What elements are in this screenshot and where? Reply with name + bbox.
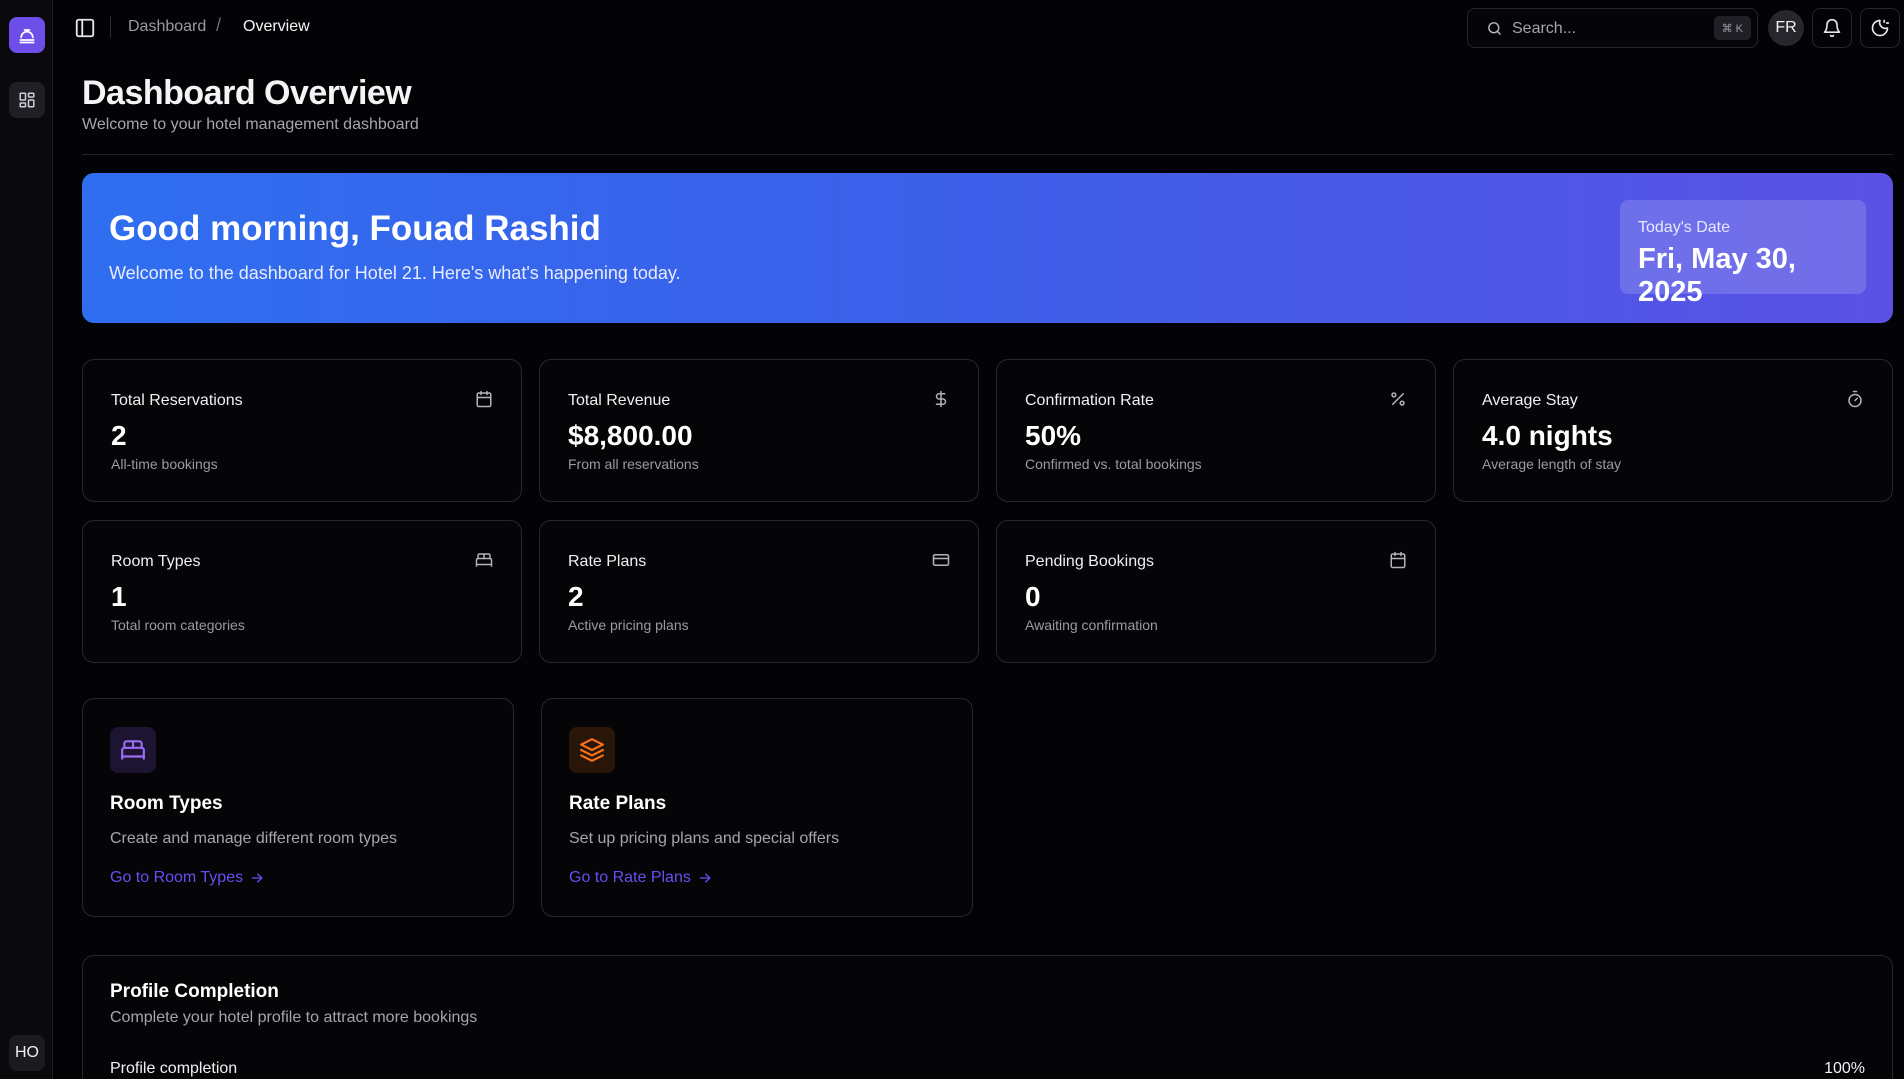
stat-label: Room Types [111, 553, 201, 570]
stat-card-room-types: Room Types 1 Total room categories [82, 520, 522, 663]
feature-title: Rate Plans [569, 793, 667, 814]
stat-label: Average Stay [1482, 392, 1578, 409]
theme-toggle-button[interactable] [1860, 8, 1900, 48]
greeting-title: Good morning, Fouad Rashid [109, 209, 601, 248]
feature-card-room-types: Room Types Create and manage different r… [82, 698, 514, 917]
stat-card-confirmation-rate: Confirmation Rate 50% Confirmed vs. tota… [996, 359, 1436, 502]
stat-card-total-reservations: Total Reservations 2 All-time bookings [82, 359, 522, 502]
stat-description: Awaiting confirmation [1025, 617, 1158, 633]
stat-value: 2 [111, 420, 127, 451]
feature-card-rate-plans: Rate Plans Set up pricing plans and spec… [541, 698, 973, 917]
header-divider [82, 154, 1893, 155]
stat-value: 4.0 nights [1482, 420, 1613, 451]
search-box[interactable]: ⌘ K [1467, 8, 1758, 48]
topbar: Dashboard / Overview ⌘ K FR [54, 0, 1904, 55]
stat-label: Confirmation Rate [1025, 392, 1154, 409]
welcome-banner: Good morning, Fouad Rashid Welcome to th… [82, 173, 1893, 323]
topbar-divider [110, 16, 111, 38]
stat-value: 1 [111, 581, 127, 612]
panel-left-icon [75, 18, 95, 38]
stat-card-rate-plans: Rate Plans 2 Active pricing plans [539, 520, 979, 663]
page-subtitle: Welcome to your hotel management dashboa… [82, 116, 419, 133]
profile-subtitle: Complete your hotel profile to attract m… [110, 1009, 478, 1026]
stat-description: All-time bookings [111, 456, 218, 472]
link-label: Go to Rate Plans [569, 869, 691, 886]
progress-label: Profile completion [110, 1060, 238, 1077]
avatar[interactable]: FR [1768, 10, 1804, 46]
notifications-button[interactable] [1812, 8, 1852, 48]
feature-description: Set up pricing plans and special offers [569, 830, 840, 847]
bed-icon [475, 553, 493, 567]
bell-icon [1823, 18, 1841, 38]
grid-icon [19, 92, 35, 108]
date-value: Fri, May 30, 2025 [1638, 243, 1796, 308]
stat-label: Pending Bookings [1025, 553, 1154, 570]
layers-icon [580, 738, 604, 762]
sidebar: HO [0, 0, 53, 1079]
stat-value: 50% [1025, 420, 1082, 451]
breadcrumb-dashboard[interactable]: Dashboard [128, 18, 206, 36]
sidebar-toggle-button[interactable] [71, 14, 99, 42]
percent-icon [1391, 392, 1405, 406]
breadcrumb-separator: / [216, 15, 222, 35]
stat-description: Total room categories [111, 617, 245, 633]
link-label: Go to Room Types [110, 869, 244, 886]
date-label: Today's Date [1638, 219, 1730, 236]
stat-value: 0 [1025, 581, 1041, 612]
stat-description: From all reservations [568, 456, 699, 472]
dollar-icon [935, 390, 947, 408]
breadcrumb-overview: Overview [243, 18, 310, 35]
search-input[interactable] [1512, 18, 1692, 40]
stat-description: Active pricing plans [568, 617, 689, 633]
search-icon [1488, 22, 1501, 35]
today-date-box: Today's Date Fri, May 30, 2025 [1620, 200, 1866, 308]
stat-description: Average length of stay [1482, 456, 1622, 472]
stat-label: Total Reservations [111, 392, 243, 409]
sidebar-item-dashboard[interactable] [9, 82, 45, 118]
calendar-icon [1390, 551, 1406, 569]
greeting-message: Welcome to the dashboard for Hotel 21. H… [109, 263, 681, 283]
stat-card-pending-bookings: Pending Bookings 0 Awaiting confirmation [996, 520, 1436, 663]
profile-title: Profile Completion [110, 981, 279, 1002]
calendar-icon [476, 390, 492, 408]
progress-value: 100% [1824, 1060, 1865, 1077]
feature-title: Room Types [110, 793, 223, 814]
credit-card-icon [932, 554, 950, 566]
go-to-room-types-link[interactable]: Go to Room Types [110, 869, 265, 887]
arrow-right-icon [699, 873, 711, 883]
search-shortcut-badge: ⌘ K [1713, 16, 1751, 40]
app-logo-button[interactable] [9, 17, 45, 53]
timer-icon [1848, 390, 1862, 408]
bed-icon [121, 740, 145, 760]
hotel-bell-icon [19, 29, 35, 44]
stat-label: Rate Plans [568, 553, 647, 570]
feature-icon-box [110, 727, 156, 773]
theme-toggle-icon [1871, 19, 1890, 37]
sidebar-user-button[interactable]: HO [9, 1035, 45, 1071]
go-to-rate-plans-link[interactable]: Go to Rate Plans [569, 869, 713, 887]
stat-card-total-revenue: Total Revenue $8,800.00 From all reserva… [539, 359, 979, 502]
stat-label: Total Revenue [568, 392, 671, 409]
feature-icon-box [569, 727, 615, 773]
profile-completion-card: Profile Completion Complete your hotel p… [82, 955, 1893, 1079]
stat-description: Confirmed vs. total bookings [1025, 456, 1202, 472]
feature-description: Create and manage different room types [110, 830, 397, 847]
page-title: Dashboard Overview [82, 74, 412, 112]
arrow-right-icon [251, 873, 263, 883]
stat-value: 2 [568, 581, 584, 612]
stat-card-average-stay: Average Stay 4.0 nights Average length o… [1453, 359, 1893, 502]
stat-value: $8,800.00 [568, 420, 693, 451]
